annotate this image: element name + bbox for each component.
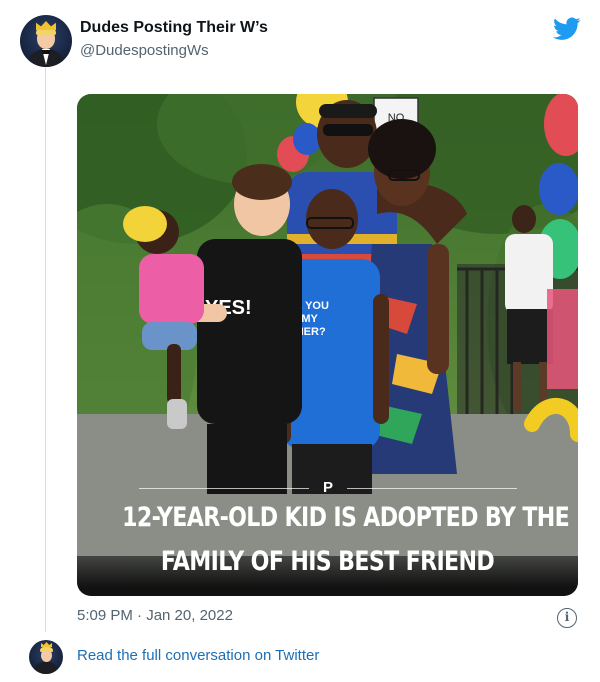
caption-line-1: 12-YEAR-OLD KID IS ADOPTED BY THE: [122, 502, 570, 533]
caption-line-2: FAMILY OF HIS BEST FRIEND: [160, 546, 495, 577]
twitter-bird-icon[interactable]: [553, 17, 581, 41]
tweet-photo[interactable]: NO LL YOU E MY THER? YES! P 12-YEAR-OLD …: [77, 94, 578, 596]
author-name[interactable]: Dudes Posting Their W’s: [80, 19, 268, 37]
caption-divider-left: [139, 488, 309, 489]
author-avatar[interactable]: [20, 15, 72, 67]
tweet-embed-card: Dudes Posting Their W’s @DudespostingWs: [0, 0, 600, 682]
publisher-logo-icon: P: [322, 479, 333, 496]
read-full-conversation-link[interactable]: Read the full conversation on Twitter: [77, 647, 319, 664]
thread-rail: [45, 66, 46, 632]
author-handle[interactable]: @DudespostingWs: [80, 42, 209, 59]
photo-caption: 12-YEAR-OLD KID IS ADOPTED BY THE FAMILY…: [122, 496, 570, 584]
reply-avatar: [29, 640, 63, 674]
tweet-timestamp[interactable]: 5:09 PM · Jan 20, 2022: [77, 607, 233, 624]
info-icon[interactable]: i: [557, 608, 577, 628]
caption-divider-right: [347, 488, 517, 489]
crown-icon: [36, 21, 56, 30]
crown-icon: [41, 642, 52, 647]
